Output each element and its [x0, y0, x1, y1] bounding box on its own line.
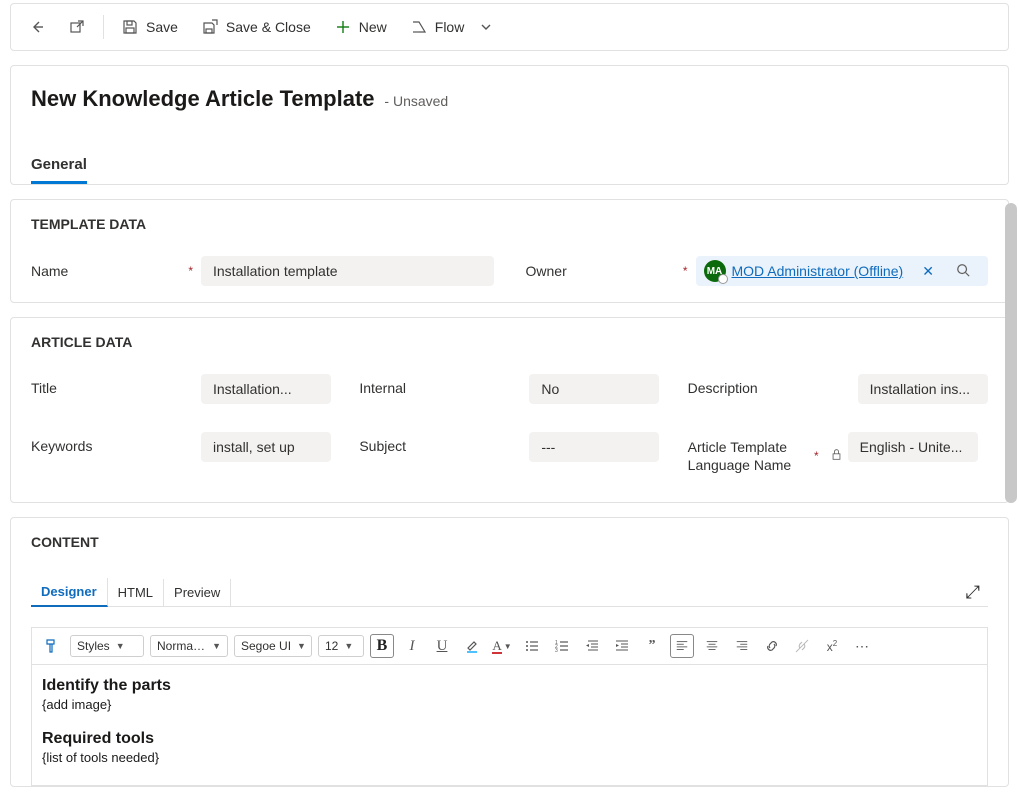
content-heading-2: Required tools: [42, 730, 977, 748]
field-internal: Internal No: [359, 374, 659, 404]
save-close-button[interactable]: Save & Close: [192, 13, 321, 41]
internal-label: Internal: [359, 374, 529, 396]
title-input[interactable]: Installation...: [201, 374, 331, 404]
form-header: New Knowledge Article Template - Unsaved…: [10, 65, 1009, 185]
italic-button[interactable]: I: [400, 634, 424, 658]
keywords-input[interactable]: install, set up: [201, 432, 331, 462]
field-name: Name * Installation template: [31, 256, 494, 286]
save-close-icon: [202, 19, 218, 35]
title-label: Title: [31, 374, 201, 396]
subject-label: Subject: [359, 432, 529, 454]
toolbar-separator: [103, 15, 104, 39]
page-title: New Knowledge Article Template: [31, 86, 375, 111]
more-button[interactable]: ⋯: [850, 634, 874, 658]
command-bar: Save Save & Close New Flow: [10, 3, 1009, 51]
styles-dropdown[interactable]: Styles▼: [70, 635, 144, 657]
keywords-label: Keywords: [31, 432, 201, 454]
name-input[interactable]: Installation template: [201, 256, 494, 286]
bold-button[interactable]: B: [370, 634, 394, 658]
format-dropdown[interactable]: Normal (...▼: [150, 635, 228, 657]
font-color-button[interactable]: A▼: [490, 634, 514, 658]
search-icon[interactable]: [946, 263, 980, 280]
align-right-button[interactable]: [730, 634, 754, 658]
plus-icon: [335, 19, 351, 35]
back-button[interactable]: [19, 13, 55, 41]
language-input[interactable]: English - Unite...: [848, 432, 978, 462]
new-button[interactable]: New: [325, 13, 397, 41]
scrollbar[interactable]: [1005, 203, 1017, 503]
align-left-button[interactable]: [670, 634, 694, 658]
content-section: CONTENT Designer HTML Preview ⤢ Styles▼ …: [10, 517, 1009, 787]
editor-tabs: Designer HTML Preview ⤢: [31, 578, 988, 607]
arrow-left-icon: [29, 19, 45, 35]
underline-button[interactable]: U: [430, 634, 454, 658]
new-label: New: [359, 19, 387, 35]
section-title-content: CONTENT: [31, 534, 988, 550]
tab-general[interactable]: General: [31, 148, 87, 184]
content-placeholder-1: {add image}: [42, 697, 977, 712]
field-owner: Owner * MA MOD Administrator (Offline) ✕: [526, 256, 989, 286]
editor-body[interactable]: Identify the parts {add image} Required …: [31, 665, 988, 786]
field-subject: Subject ---: [359, 432, 659, 474]
editor-tab-html[interactable]: HTML: [108, 579, 164, 606]
editor-tab-preview[interactable]: Preview: [164, 579, 231, 606]
field-language: Article Template Language Name * English…: [688, 432, 988, 474]
expand-icon[interactable]: ⤢: [966, 582, 980, 603]
indent-button[interactable]: [610, 634, 634, 658]
form-tabs: General: [31, 148, 988, 184]
unlink-button[interactable]: [790, 634, 814, 658]
section-title-template: TEMPLATE DATA: [31, 216, 988, 232]
article-data-section: ARTICLE DATA Title Installation... Inter…: [10, 317, 1009, 503]
size-dropdown[interactable]: 12▼: [318, 635, 364, 657]
superscript-button[interactable]: x2: [820, 634, 844, 658]
svg-text:3: 3: [555, 648, 558, 654]
bullet-list-button[interactable]: [520, 634, 544, 658]
language-label: Article Template Language Name *: [688, 432, 848, 474]
owner-clear-button[interactable]: ✕: [916, 263, 940, 280]
outdent-button[interactable]: [580, 634, 604, 658]
font-dropdown[interactable]: Segoe UI▼: [234, 635, 312, 657]
format-painter-icon[interactable]: [40, 634, 64, 658]
field-keywords: Keywords install, set up: [31, 432, 331, 474]
save-status: - Unsaved: [384, 93, 448, 109]
content-heading-1: Identify the parts: [42, 677, 977, 695]
numbered-list-button[interactable]: 123: [550, 634, 574, 658]
required-indicator: *: [814, 449, 819, 463]
highlight-color-button[interactable]: [460, 634, 484, 658]
section-title-article: ARTICLE DATA: [31, 334, 988, 350]
content-placeholder-2: {list of tools needed}: [42, 750, 977, 765]
internal-input[interactable]: No: [529, 374, 659, 404]
save-icon: [122, 19, 138, 35]
required-indicator: *: [683, 264, 688, 278]
required-indicator: *: [188, 264, 193, 278]
open-in-new-button[interactable]: [59, 13, 95, 41]
owner-label: Owner *: [526, 263, 696, 279]
blockquote-button[interactable]: ”: [640, 634, 664, 658]
flow-label: Flow: [435, 19, 465, 35]
name-label: Name *: [31, 263, 201, 279]
flow-icon: [411, 19, 427, 35]
flow-button[interactable]: Flow: [401, 13, 505, 41]
save-button[interactable]: Save: [112, 13, 188, 41]
align-center-button[interactable]: [700, 634, 724, 658]
field-title: Title Installation...: [31, 374, 331, 404]
editor-tab-designer[interactable]: Designer: [31, 578, 108, 607]
link-button[interactable]: [760, 634, 784, 658]
chevron-down-icon: [478, 19, 494, 35]
description-input[interactable]: Installation ins...: [858, 374, 988, 404]
save-label: Save: [146, 19, 178, 35]
lock-icon: [831, 449, 842, 463]
description-label: Description: [688, 374, 858, 396]
open-new-window-icon: [69, 19, 85, 35]
save-close-label: Save & Close: [226, 19, 311, 35]
avatar: MA: [704, 260, 726, 282]
template-data-section: TEMPLATE DATA Name * Installation templa…: [10, 199, 1009, 303]
subject-input[interactable]: ---: [529, 432, 659, 462]
owner-link[interactable]: MOD Administrator (Offline): [732, 263, 911, 279]
field-description: Description Installation ins...: [688, 374, 988, 404]
owner-lookup[interactable]: MA MOD Administrator (Offline) ✕: [696, 256, 989, 286]
rte-toolbar: Styles▼ Normal (...▼ Segoe UI▼ 12▼ B I U…: [31, 628, 988, 665]
